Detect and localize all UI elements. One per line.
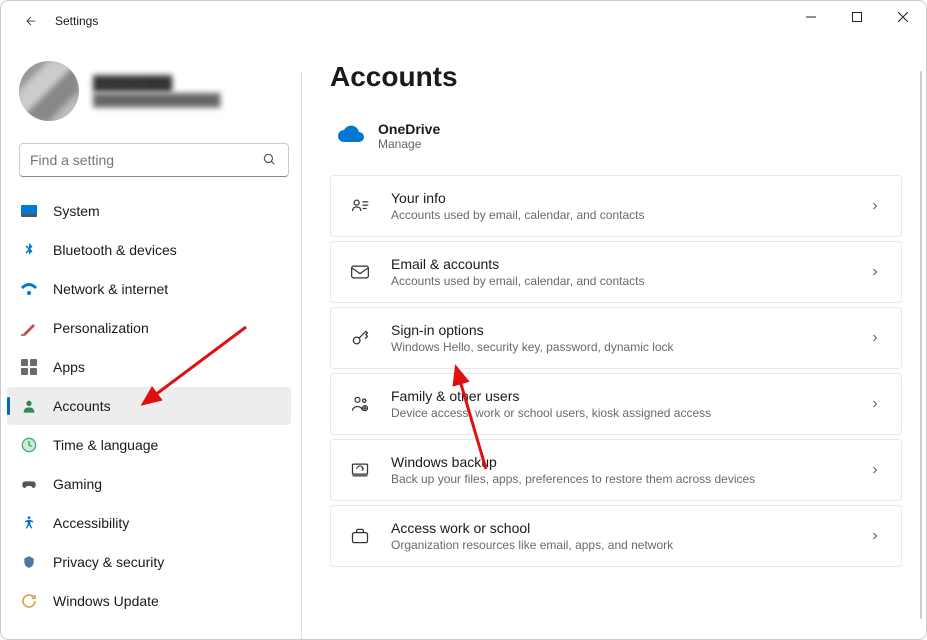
card-subtitle: Device access, work or school users, kio… — [391, 406, 849, 420]
sidebar-item-update[interactable]: Windows Update — [7, 582, 291, 620]
sidebar-item-label: Personalization — [53, 320, 149, 336]
chevron-right-icon — [869, 463, 883, 477]
sidebar-item-label: System — [53, 203, 100, 219]
card-title: Your info — [391, 190, 849, 206]
onedrive-subtitle: Manage — [378, 137, 440, 151]
sidebar-item-time[interactable]: Time & language — [7, 426, 291, 464]
sidebar-item-accessibility[interactable]: Accessibility — [7, 504, 291, 542]
privacy-icon — [21, 554, 37, 570]
maximize-button[interactable] — [834, 1, 880, 33]
sidebar-item-system[interactable]: System — [7, 192, 291, 230]
card-family-users[interactable]: Family & other users Device access, work… — [330, 373, 902, 435]
backup-icon — [349, 459, 371, 481]
card-title: Sign-in options — [391, 322, 849, 338]
chevron-right-icon — [869, 331, 883, 345]
time-icon — [21, 437, 37, 453]
family-icon — [349, 393, 371, 415]
chevron-right-icon — [869, 529, 883, 543]
titlebar: Settings — [1, 1, 926, 41]
window-controls — [788, 1, 926, 33]
sidebar-item-privacy[interactable]: Privacy & security — [7, 543, 291, 581]
chevron-right-icon — [869, 397, 883, 411]
onedrive-icon — [338, 124, 362, 148]
sidebar-item-gaming[interactable]: Gaming — [7, 465, 291, 503]
sidebar-item-label: Windows Update — [53, 593, 159, 609]
gaming-icon — [21, 476, 37, 492]
sidebar-item-label: Gaming — [53, 476, 102, 492]
card-your-info[interactable]: Your info Accounts used by email, calend… — [330, 175, 902, 237]
profile-section[interactable]: ████████ ███████████████ — [7, 49, 301, 139]
profile-name: ████████ — [93, 75, 221, 91]
card-title: Email & accounts — [391, 256, 849, 272]
nav-list: System Bluetooth & devices Network & int… — [7, 191, 301, 631]
sidebar-item-label: Accounts — [53, 398, 111, 414]
sidebar-item-label: Apps — [53, 359, 85, 375]
bluetooth-icon — [21, 242, 37, 258]
card-email-accounts[interactable]: Email & accounts Accounts used by email,… — [330, 241, 902, 303]
card-subtitle: Accounts used by email, calendar, and co… — [391, 274, 849, 288]
sidebar-item-bluetooth[interactable]: Bluetooth & devices — [7, 231, 291, 269]
sidebar-item-personalization[interactable]: Personalization — [7, 309, 291, 347]
close-button[interactable] — [880, 1, 926, 33]
sidebar-item-label: Bluetooth & devices — [53, 242, 177, 258]
card-subtitle: Organization resources like email, apps,… — [391, 538, 849, 552]
card-subtitle: Windows Hello, security key, password, d… — [391, 340, 849, 354]
back-button[interactable] — [19, 9, 43, 33]
search-box[interactable] — [19, 143, 289, 177]
card-windows-backup[interactable]: Windows backup Back up your files, apps,… — [330, 439, 902, 501]
sidebar-item-label: Accessibility — [53, 515, 129, 531]
card-subtitle: Accounts used by email, calendar, and co… — [391, 208, 849, 222]
card-work-school[interactable]: Access work or school Organization resou… — [330, 505, 902, 567]
search-icon — [262, 152, 278, 168]
sidebar-item-label: Time & language — [53, 437, 158, 453]
minimize-button[interactable] — [788, 1, 834, 33]
work-icon — [349, 525, 371, 547]
profile-email: ███████████████ — [93, 93, 221, 107]
update-icon — [21, 593, 37, 609]
key-icon — [349, 327, 371, 349]
network-icon — [21, 281, 37, 297]
sidebar-item-label: Network & internet — [53, 281, 168, 297]
onedrive-title: OneDrive — [378, 121, 440, 137]
card-title: Windows backup — [391, 454, 849, 470]
sidebar-item-apps[interactable]: Apps — [7, 348, 291, 386]
chevron-right-icon — [869, 265, 883, 279]
personalization-icon — [21, 320, 37, 336]
search-input[interactable] — [30, 152, 262, 168]
sidebar: ████████ ███████████████ System Bluetoot… — [1, 41, 301, 639]
scrollbar[interactable] — [920, 71, 922, 619]
window-title: Settings — [55, 14, 98, 28]
sidebar-item-accounts[interactable]: Accounts — [7, 387, 291, 425]
accessibility-icon — [21, 515, 37, 531]
card-sign-in-options[interactable]: Sign-in options Windows Hello, security … — [330, 307, 902, 369]
sidebar-item-network[interactable]: Network & internet — [7, 270, 291, 308]
email-icon — [349, 261, 371, 283]
apps-icon — [21, 359, 37, 375]
main-panel: Accounts OneDrive Manage Your info Accou… — [302, 41, 926, 639]
sidebar-item-label: Privacy & security — [53, 554, 164, 570]
avatar — [19, 61, 79, 121]
onedrive-row[interactable]: OneDrive Manage — [330, 117, 902, 175]
your-info-icon — [349, 195, 371, 217]
chevron-right-icon — [869, 199, 883, 213]
card-title: Access work or school — [391, 520, 849, 536]
card-subtitle: Back up your files, apps, preferences to… — [391, 472, 849, 486]
accounts-icon — [21, 398, 37, 414]
page-title: Accounts — [330, 61, 902, 93]
system-icon — [21, 203, 37, 219]
card-title: Family & other users — [391, 388, 849, 404]
